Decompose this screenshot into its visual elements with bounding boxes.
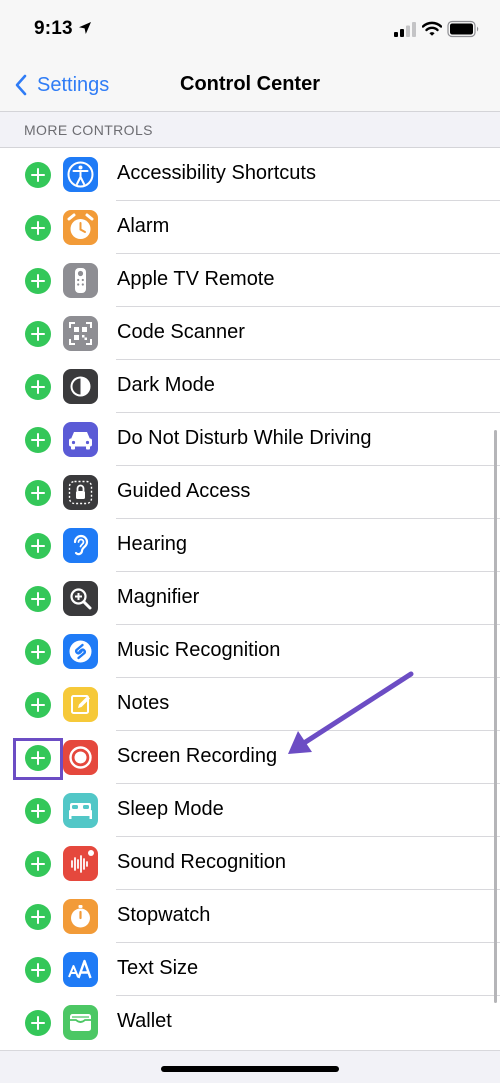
list-item: Sound Recognition: [0, 837, 500, 890]
add-button[interactable]: [25, 215, 51, 241]
list-item: Notes: [0, 678, 500, 731]
row-label: Sleep Mode: [117, 798, 224, 820]
alarm-clock-icon: [63, 210, 98, 245]
list-item: Music Recognition: [0, 625, 500, 678]
magnifier-icon: [63, 581, 98, 616]
cellular-signal-icon: [394, 22, 416, 37]
add-button[interactable]: [25, 321, 51, 347]
home-indicator[interactable]: [161, 1066, 339, 1072]
add-button[interactable]: [25, 268, 51, 294]
section-header: MORE CONTROLS: [0, 112, 500, 148]
row-label: Wallet: [117, 1010, 172, 1032]
row-label: Notes: [117, 692, 170, 714]
row-label: Music Recognition: [117, 639, 281, 661]
status-time: 9:13: [34, 18, 73, 39]
row-label: Alarm: [117, 215, 170, 237]
row-label: Text Size: [117, 957, 199, 979]
list-item: Code Scanner: [0, 307, 500, 360]
list-item: Alarm: [0, 201, 500, 254]
shazam-icon: [63, 634, 98, 669]
add-button[interactable]: [25, 957, 51, 983]
add-button[interactable]: [25, 1010, 51, 1036]
tv-remote-icon: [63, 263, 98, 298]
scrollbar[interactable]: [494, 430, 497, 1003]
add-button[interactable]: [25, 533, 51, 559]
status-bar: 9:13: [0, 0, 500, 58]
list-item: Sleep Mode: [0, 784, 500, 837]
row-label: Sound Recognition: [117, 851, 287, 873]
qr-code-icon: [63, 316, 98, 351]
list-item: Dark Mode: [0, 360, 500, 413]
navigation-bar: Settings Control Center: [0, 58, 500, 112]
row-label: Stopwatch: [117, 904, 211, 926]
dark-mode-icon: [63, 369, 98, 404]
add-button[interactable]: [25, 851, 51, 877]
add-button[interactable]: [25, 374, 51, 400]
add-button[interactable]: [25, 692, 51, 718]
add-button[interactable]: [25, 904, 51, 930]
add-button[interactable]: [25, 639, 51, 665]
location-arrow-icon: [79, 22, 91, 34]
battery-icon: [447, 20, 479, 38]
list-item: Hearing: [0, 519, 500, 572]
bed-icon: [63, 793, 98, 828]
add-button[interactable]: [25, 586, 51, 612]
add-button[interactable]: [25, 798, 51, 824]
add-button[interactable]: [25, 162, 51, 188]
waveform-icon: [63, 846, 98, 881]
row-label: Code Scanner: [117, 321, 245, 343]
car-icon: [63, 422, 98, 457]
annotation-highlight-box: [13, 738, 63, 780]
lock-icon: [63, 475, 98, 510]
row-label: Magnifier: [117, 586, 200, 608]
text-size-icon: [63, 952, 98, 987]
page-title: Control Center: [180, 73, 320, 95]
notes-icon: [63, 687, 98, 722]
row-label: Apple TV Remote: [117, 268, 275, 290]
row-label: Dark Mode: [117, 374, 215, 396]
row-label: Screen Recording: [117, 745, 278, 767]
list-item: Magnifier: [0, 572, 500, 625]
list-item: Apple TV Remote: [0, 254, 500, 307]
ear-icon: [63, 528, 98, 563]
list-item: Guided Access: [0, 466, 500, 519]
wallet-icon: [63, 1005, 98, 1040]
list-item: Stopwatch: [0, 890, 500, 943]
row-label: Accessibility Shortcuts: [117, 162, 316, 184]
row-label: Do Not Disturb While Driving: [117, 427, 372, 449]
add-button[interactable]: [25, 427, 51, 453]
list-item: Accessibility Shortcuts: [0, 148, 500, 201]
add-button[interactable]: [25, 480, 51, 506]
more-controls-list: Accessibility Shortcuts Alarm Apple TV R…: [0, 148, 500, 1049]
list-item: Screen Recording: [0, 731, 500, 784]
accessibility-icon: [63, 157, 98, 192]
list-item: Do Not Disturb While Driving: [0, 413, 500, 466]
stopwatch-icon: [63, 899, 98, 934]
wifi-icon: [422, 21, 442, 36]
list-item: Text Size: [0, 943, 500, 996]
row-label: Hearing: [117, 533, 188, 555]
record-icon: [63, 740, 98, 775]
list-item: Wallet: [0, 996, 500, 1049]
row-label: Guided Access: [117, 480, 251, 502]
section-header-label: MORE CONTROLS: [24, 122, 153, 138]
